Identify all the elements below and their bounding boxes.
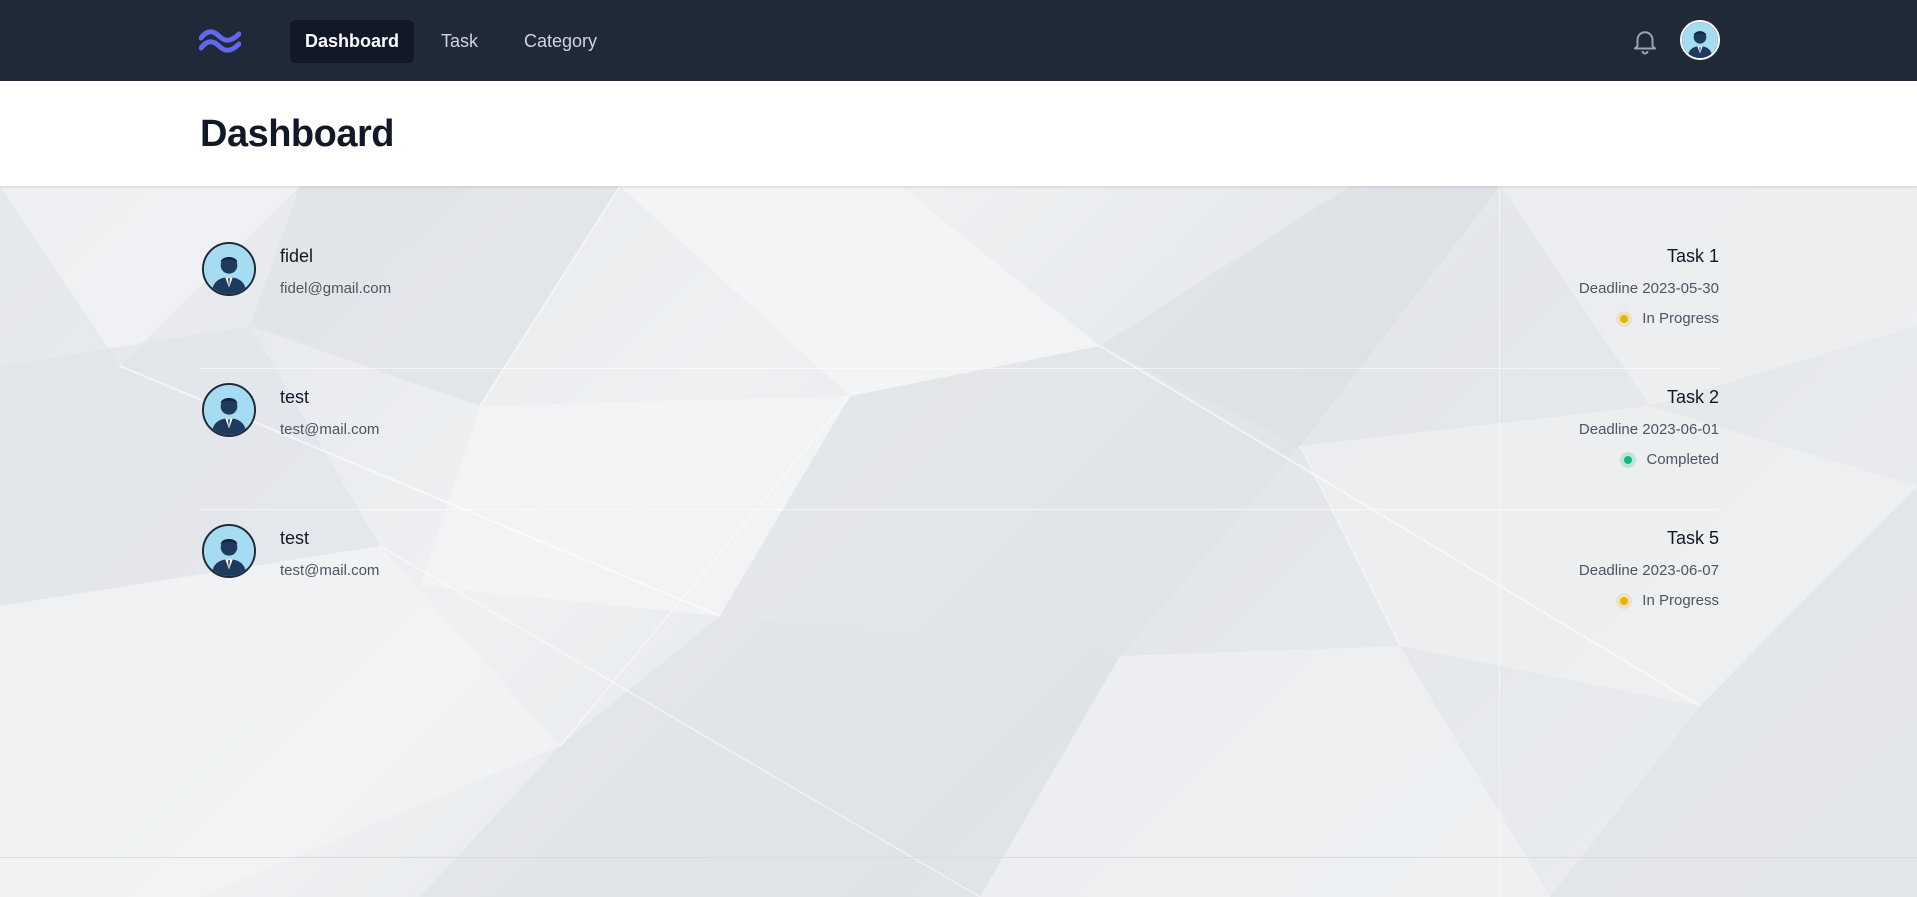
tailwind-logo-icon[interactable] [199, 28, 241, 54]
user-name: test [280, 528, 310, 548]
status-label: Completed [1646, 451, 1719, 468]
user-avatar-icon [204, 526, 254, 576]
user-avatar-icon [204, 385, 254, 435]
status-dot-icon [1616, 310, 1633, 327]
bell-icon[interactable] [1630, 26, 1660, 56]
list-item[interactable]: test test@mail.com Task 5 Deadline 2023-… [200, 510, 1721, 651]
status-label: In Progress [1642, 310, 1719, 327]
profile-avatar[interactable] [1680, 20, 1720, 60]
user-email: test@mail.com [280, 562, 380, 579]
list-item[interactable]: fidel fidel@gmail.com Task 1 Deadline 20… [200, 228, 1721, 369]
task-name: Task 1 [1666, 246, 1719, 266]
task-deadline: Deadline 2023-05-30 [1578, 280, 1719, 297]
user-name: fidel [280, 246, 314, 266]
status-badge: Completed [1620, 451, 1719, 468]
page-title: Dashboard [200, 113, 394, 155]
user-email: fidel@gmail.com [280, 280, 392, 297]
background-divider [0, 857, 1917, 858]
top-navbar: Dashboard Task Category [0, 0, 1917, 81]
status-label: In Progress [1642, 592, 1719, 609]
dashboard-task-list: fidel fidel@gmail.com Task 1 Deadline 20… [200, 228, 1721, 651]
user-name: test [280, 387, 310, 407]
status-badge: In Progress [1616, 310, 1719, 327]
nav-link-category[interactable]: Category [509, 20, 612, 63]
task-name: Task 2 [1666, 387, 1719, 407]
task-deadline: Deadline 2023-06-07 [1578, 562, 1719, 579]
user-avatar-icon [1682, 22, 1718, 58]
status-badge: In Progress [1616, 592, 1719, 609]
task-name: Task 5 [1666, 528, 1719, 548]
list-item[interactable]: test test@mail.com Task 2 Deadline 2023-… [200, 369, 1721, 510]
status-dot-icon [1616, 592, 1633, 609]
avatar [202, 242, 256, 296]
task-deadline: Deadline 2023-06-01 [1578, 421, 1719, 438]
user-email: test@mail.com [280, 421, 380, 438]
nav-link-dashboard[interactable]: Dashboard [290, 20, 415, 63]
avatar [202, 524, 256, 578]
page-header: Dashboard [0, 81, 1917, 186]
nav-link-task[interactable]: Task [426, 20, 493, 63]
avatar [202, 383, 256, 437]
status-dot-icon [1620, 451, 1637, 468]
user-avatar-icon [204, 244, 254, 294]
